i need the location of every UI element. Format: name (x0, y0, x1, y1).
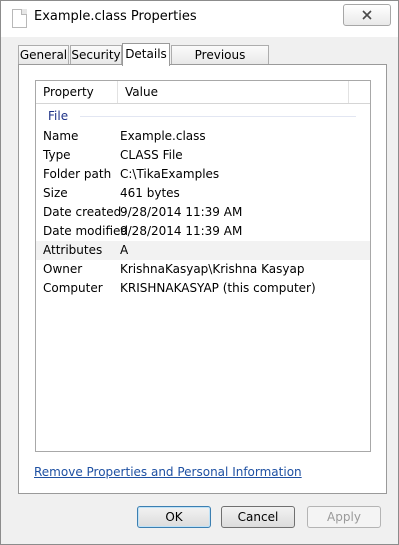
tab-previous-versions[interactable]: Previous Versions (171, 45, 269, 81)
property-name: Type (43, 148, 71, 162)
property-name: Attributes (43, 243, 103, 257)
property-value: 461 bytes (120, 186, 180, 200)
column-header-value[interactable]: Value (118, 81, 355, 103)
list-item[interactable]: Date modified 9/28/2014 11:39 AM (36, 222, 370, 241)
list-item-selected[interactable]: Attributes A (36, 241, 370, 260)
property-name: Size (43, 186, 68, 200)
property-value: KrishnaKasyap\Krishna Kasyap (120, 262, 305, 276)
tab-strip: General Security Details Previous Versio… (18, 43, 388, 81)
cancel-button[interactable]: Cancel (221, 506, 295, 528)
property-value: Example.class (120, 129, 206, 143)
property-name: Folder path (43, 167, 112, 181)
property-value: C:\TikaExamples (120, 167, 220, 181)
column-header: Property Value (36, 81, 370, 104)
group-header-file: File (42, 108, 362, 124)
ok-button[interactable]: OK (137, 506, 211, 528)
tab-details[interactable]: Details (122, 43, 170, 66)
window-title: Example.class Properties (34, 9, 197, 24)
property-value: 9/28/2014 11:39 AM (120, 224, 243, 238)
file-icon (12, 9, 27, 28)
list-item[interactable]: Owner KrishnaKasyap\Krishna Kasyap (36, 260, 370, 279)
property-name: Date created (43, 205, 122, 219)
remove-properties-link[interactable]: Remove Properties and Personal Informati… (34, 465, 302, 479)
tab-security[interactable]: Security (70, 45, 122, 64)
property-value: A (120, 243, 129, 257)
close-button[interactable] (343, 4, 391, 26)
property-name: Computer (43, 281, 103, 295)
property-value: CLASS File (120, 148, 183, 162)
group-label: File (48, 109, 69, 123)
title-bar[interactable]: Example.class Properties (1, 1, 398, 37)
list-item[interactable]: Computer KRISHNAKASYAP (this computer) (36, 279, 370, 298)
close-icon (362, 10, 372, 20)
list-item[interactable]: Size 461 bytes (36, 184, 370, 203)
column-divider (348, 81, 349, 103)
property-value: 9/28/2014 11:39 AM (120, 205, 243, 219)
properties-window: Example.class Properties General Securit… (0, 0, 399, 545)
list-item[interactable]: Folder path C:\TikaExamples (36, 165, 370, 184)
details-panel: Property Value File Name Example.class T… (18, 64, 387, 494)
tab-general[interactable]: General (18, 45, 69, 64)
column-header-property[interactable]: Property (36, 81, 118, 103)
property-name: Date modified (43, 224, 129, 238)
list-item[interactable]: Date created 9/28/2014 11:39 AM (36, 203, 370, 222)
property-name: Owner (43, 262, 83, 276)
property-name: Name (43, 129, 79, 143)
list-item[interactable]: Name Example.class (36, 127, 370, 146)
apply-button[interactable]: Apply (307, 506, 381, 528)
group-divider (80, 116, 356, 117)
property-value: KRISHNAKASYAP (this computer) (120, 281, 316, 295)
details-list[interactable]: Property Value File Name Example.class T… (35, 80, 371, 452)
list-item[interactable]: Type CLASS File (36, 146, 370, 165)
